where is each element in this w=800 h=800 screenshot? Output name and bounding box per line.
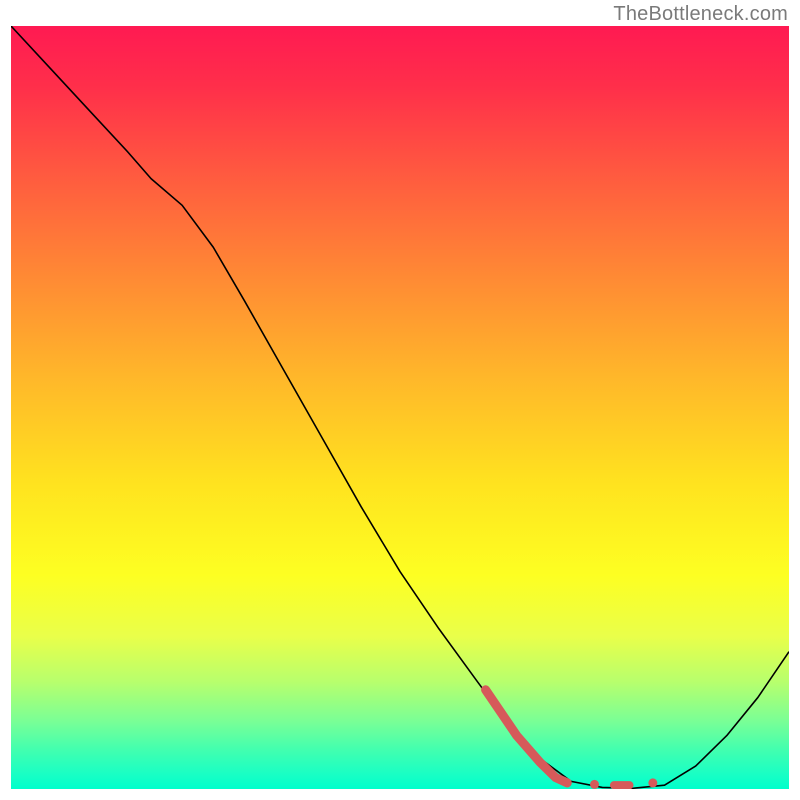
chart-svg — [11, 26, 789, 789]
attribution-text: TheBottleneck.com — [613, 3, 788, 26]
highlight-dot-1 — [590, 780, 599, 789]
highlight-layer — [486, 690, 658, 789]
chart-container: TheBottleneck.com — [0, 0, 800, 800]
highlight-dot-2 — [648, 778, 657, 787]
plot-area — [11, 26, 789, 789]
curve-layer — [11, 26, 789, 788]
bottleneck-curve — [11, 26, 789, 788]
